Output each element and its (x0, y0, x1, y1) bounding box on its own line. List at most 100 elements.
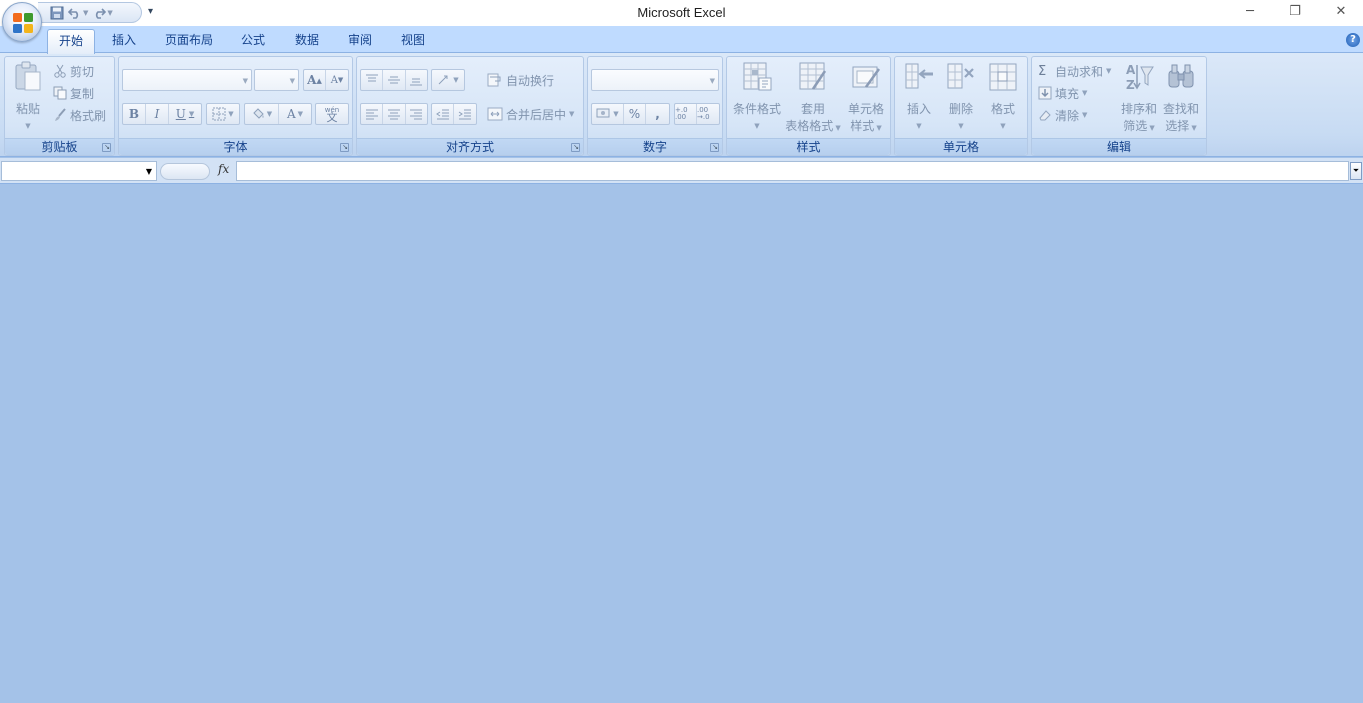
restore-button[interactable]: ❐ (1285, 3, 1305, 21)
font-name-combo[interactable]: ▼ (122, 69, 252, 91)
window-title: Microsoft Excel (637, 5, 726, 20)
binoculars-icon (1168, 64, 1194, 88)
sort-filter-icon: AZ (1126, 63, 1154, 92)
help-icon[interactable]: ? (1346, 33, 1360, 47)
conditional-formatting-button[interactable]: 条件格式 ▼ (729, 61, 785, 135)
conditional-format-icon (743, 62, 772, 91)
clipboard-launcher-icon[interactable]: ↘ (102, 143, 111, 152)
cut-button[interactable]: 剪切 (53, 61, 94, 81)
shrink-font-button[interactable]: A ▼ (326, 70, 348, 90)
percent-button[interactable]: % (624, 104, 646, 124)
align-center-icon[interactable] (383, 104, 406, 124)
align-top-icon[interactable] (361, 70, 384, 90)
underline-button[interactable]: U ▼ (169, 104, 201, 124)
name-box[interactable]: ▼ (1, 161, 157, 181)
merge-center-button[interactable]: 合并后居中 ▼ (487, 104, 574, 124)
tab-home[interactable]: 开始 (47, 29, 95, 54)
fill-color-button[interactable]: ▼ (245, 104, 279, 124)
tab-insert[interactable]: 插入 (104, 29, 144, 53)
alignment-launcher-icon[interactable]: ↘ (571, 143, 580, 152)
copy-button[interactable]: 复制 (53, 83, 94, 103)
number-format-combo[interactable]: ▼ (591, 69, 719, 91)
table-format-icon (799, 62, 827, 90)
chevron-down-icon: ▼ (1082, 89, 1088, 97)
expand-formula-bar-icon[interactable]: ⏷ (1350, 162, 1362, 180)
borders-icon: ▼ (207, 104, 239, 124)
autosum-label: 自动求和 (1055, 64, 1104, 79)
group-alignment: ▼ 自动换行 合并后居中 ▼ 对齐方式 ↘ (356, 56, 584, 156)
accounting-format-icon[interactable]: ▼ (592, 104, 624, 124)
phonetic-button[interactable]: wén 文 (315, 103, 349, 125)
insert-function-icon[interactable]: fx (218, 162, 229, 176)
border-button[interactable]: ▼ (206, 103, 240, 125)
clear-button[interactable]: 清除 ▼ (1038, 105, 1087, 125)
increase-decimal-button[interactable]: +.0 .00 (675, 104, 697, 124)
minimize-button[interactable]: ─ (1240, 3, 1260, 21)
chevron-down-icon: ▼ (876, 124, 882, 132)
font-color-button[interactable]: A ▼ (279, 104, 311, 124)
merge-center-label: 合并后居中 (506, 107, 567, 122)
group-cells: 插入 ▼ 删除 ▼ 格式 ▼ 单元格 (894, 56, 1028, 156)
paste-button[interactable]: 粘贴 ▼ (9, 61, 47, 135)
autosum-button[interactable]: Σ 自动求和 ▼ (1038, 61, 1111, 81)
italic-button[interactable]: I (146, 104, 169, 124)
group-styles: 条件格式 ▼ 套用 表格格式 ▼ 单元格 样式 ▼ 样式 (726, 56, 891, 156)
sort-filter-button[interactable]: AZ 排序和 筛选 ▼ (1118, 61, 1160, 137)
tab-review[interactable]: 审阅 (340, 29, 380, 53)
tab-view[interactable]: 视图 (393, 29, 433, 53)
close-button[interactable]: ✕ (1331, 3, 1351, 21)
formula-input[interactable] (236, 161, 1349, 181)
font-style-buttons: B I U ▼ (122, 103, 202, 125)
insert-cells-button[interactable]: 插入 ▼ (897, 61, 941, 135)
chevron-down-icon[interactable]: ▼ (146, 167, 152, 176)
chevron-down-icon: ▼ (242, 77, 248, 85)
wrap-text-button[interactable]: 自动换行 (487, 70, 554, 90)
increase-indent-icon[interactable] (454, 104, 476, 124)
chevron-down-icon: ▼ (754, 122, 760, 130)
format-as-table-button[interactable]: 套用 表格格式 ▼ (783, 61, 843, 137)
insert-cells-icon (905, 63, 933, 89)
delete-cells-button[interactable]: 删除 ▼ (941, 61, 981, 135)
number-launcher-icon[interactable]: ↘ (710, 143, 719, 152)
phonetic-icon: wén 文 (324, 106, 340, 124)
find-select-label-2: 选择 (1165, 119, 1190, 133)
svg-text:A: A (1126, 63, 1136, 77)
align-bottom-icon[interactable] (406, 70, 427, 90)
cell-styles-button[interactable]: 单元格 样式 ▼ (843, 61, 889, 137)
format-painter-button[interactable]: 格式刷 (53, 105, 106, 125)
orientation-button[interactable]: ▼ (431, 69, 465, 91)
comma-button[interactable]: , (646, 104, 669, 124)
wrap-text-icon (487, 73, 501, 87)
font-size-combo[interactable]: ▼ (254, 69, 299, 91)
office-logo-icon (13, 13, 33, 33)
chevron-down-icon: ▼ (1149, 124, 1155, 132)
underline-label: U (175, 107, 186, 121)
tab-page-layout[interactable]: 页面布局 (158, 29, 220, 53)
cell-styles-label-1: 单元格 (847, 102, 884, 116)
format-cells-button[interactable]: 格式 ▼ (983, 61, 1023, 135)
chevron-down-icon: ▼ (916, 122, 922, 130)
fill-button[interactable]: 填充 ▼ (1038, 83, 1087, 103)
tab-formulas[interactable]: 公式 (233, 29, 273, 53)
formula-controls: fx (160, 161, 236, 181)
cell-styles-label-2-row: 样式 ▼ (843, 118, 889, 137)
font-color-label: A (286, 107, 296, 121)
paint-bucket-icon (253, 108, 264, 119)
group-clipboard: 粘贴 ▼ 剪切 复制 格式刷 剪贴板 ↘ (4, 56, 115, 156)
find-select-label-1: 查找和 (1162, 102, 1199, 116)
tab-data[interactable]: 数据 (287, 29, 327, 53)
align-left-icon[interactable] (361, 104, 384, 124)
find-select-button[interactable]: 查找和 选择 ▼ (1160, 61, 1202, 137)
bold-button[interactable]: B (123, 104, 146, 124)
grow-font-button[interactable]: A ▲ (304, 70, 326, 90)
align-right-icon[interactable] (406, 104, 427, 124)
wrap-text-label: 自动换行 (506, 73, 555, 88)
font-launcher-icon[interactable]: ↘ (340, 143, 349, 152)
office-button[interactable] (2, 2, 42, 42)
decrease-decimal-button[interactable]: .00 →.0 (697, 104, 719, 124)
decrease-indent-icon[interactable] (432, 104, 454, 124)
text-orientation-icon: ▼ (432, 70, 464, 90)
fill-font-color-buttons: ▼ A ▼ (244, 103, 312, 125)
align-middle-icon[interactable] (383, 70, 406, 90)
copy-icon (53, 86, 67, 100)
